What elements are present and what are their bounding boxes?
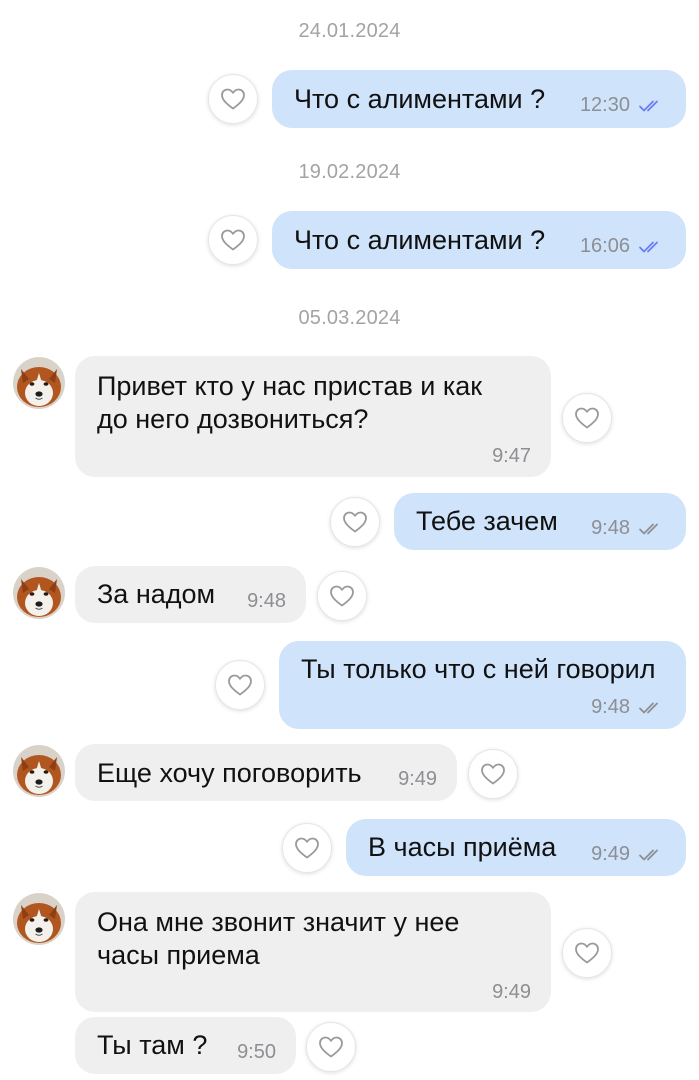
heart-outline-icon — [220, 87, 246, 111]
message-time: 9:47 — [492, 445, 531, 467]
incoming-message[interactable]: Привет кто у нас пристав и как до него д… — [75, 356, 551, 477]
message-time: 9:49 — [492, 981, 531, 1003]
heart-outline-icon — [318, 1035, 344, 1059]
double-check-icon — [638, 240, 666, 254]
message-meta: 9:50 — [237, 1036, 276, 1069]
message-time: 16:06 — [579, 235, 630, 257]
heart-outline-icon — [227, 673, 253, 697]
message-time: 9:49 — [398, 768, 437, 790]
message-meta: 9:48 — [591, 512, 666, 545]
incoming-message[interactable]: Еще хочу поговорить 9:49 — [75, 744, 457, 801]
chat-conversation: 24.01.2024 19.02.2024 05.03.2024 Что с а… — [0, 0, 699, 1080]
message-time: 9:49 — [591, 843, 630, 865]
double-check-icon — [638, 848, 666, 862]
message-text: Привет кто у нас пристав и как до него д… — [97, 371, 483, 434]
contact-avatar[interactable] — [13, 567, 65, 619]
contact-avatar[interactable] — [13, 893, 65, 945]
message-time: 9:48 — [591, 696, 630, 718]
outgoing-message[interactable]: Ты только что с ней говорил 9:48 — [279, 641, 686, 729]
like-button[interactable] — [562, 928, 612, 978]
like-button[interactable] — [330, 497, 380, 547]
like-button[interactable] — [208, 215, 258, 265]
message-meta: 12:30 — [580, 89, 666, 122]
double-check-icon — [638, 99, 666, 113]
date-separator: 05.03.2024 — [298, 307, 401, 329]
message-meta: 9:47 — [492, 440, 531, 473]
heart-outline-icon — [480, 762, 506, 786]
message-text: Ты там ? — [97, 1030, 208, 1060]
message-text: Тебе зачем — [416, 506, 558, 536]
message-meta: 9:49 — [398, 763, 437, 796]
like-button[interactable] — [215, 660, 265, 710]
like-button[interactable] — [468, 749, 518, 799]
message-time: 9:48 — [247, 590, 286, 612]
message-meta: 9:48 — [247, 585, 286, 618]
akita-dog-avatar — [13, 745, 65, 797]
message-text: Ты только что с ней говорил — [301, 654, 656, 684]
message-meta: 9:49 — [591, 838, 666, 871]
message-meta: 9:49 — [492, 976, 531, 1009]
outgoing-message[interactable]: В часы приёма 9:49 — [346, 819, 686, 876]
like-button[interactable] — [317, 571, 367, 621]
message-time: 12:30 — [579, 94, 630, 116]
heart-outline-icon — [329, 584, 355, 608]
heart-outline-icon — [220, 228, 246, 252]
double-check-icon — [638, 701, 666, 715]
contact-avatar[interactable] — [13, 745, 65, 797]
incoming-message[interactable]: Ты там ? 9:50 — [75, 1017, 296, 1074]
like-button[interactable] — [562, 393, 612, 443]
message-text: В часы приёма — [368, 832, 557, 862]
message-text: Еще хочу поговорить — [97, 758, 362, 788]
like-button[interactable] — [306, 1022, 356, 1072]
message-time: 9:50 — [237, 1041, 276, 1063]
akita-dog-avatar — [13, 357, 65, 409]
heart-outline-icon — [574, 941, 600, 965]
date-separator: 24.01.2024 — [298, 20, 401, 42]
heart-outline-icon — [294, 836, 320, 860]
date-separator: 19.02.2024 — [298, 161, 401, 183]
outgoing-message[interactable]: Что с алиментами ? 12:30 — [272, 70, 686, 128]
incoming-message[interactable]: Она мне звонит значит у нее часы приема … — [75, 892, 551, 1012]
outgoing-message[interactable]: Что с алиментами ? 16:06 — [272, 211, 686, 269]
contact-avatar[interactable] — [13, 357, 65, 409]
message-text: Что с алиментами ? — [294, 225, 546, 255]
heart-outline-icon — [342, 510, 368, 534]
akita-dog-avatar — [13, 893, 65, 945]
message-text: За надом — [97, 579, 216, 609]
message-text: Она мне звонит значит у нее часы приема — [97, 907, 460, 970]
outgoing-message[interactable]: Тебе зачем 9:48 — [394, 493, 686, 550]
message-meta: 16:06 — [580, 230, 666, 263]
like-button[interactable] — [208, 74, 258, 124]
message-time: 9:48 — [591, 517, 630, 539]
akita-dog-avatar — [13, 567, 65, 619]
double-check-icon — [638, 522, 666, 536]
heart-outline-icon — [574, 406, 600, 430]
like-button[interactable] — [282, 823, 332, 873]
incoming-message[interactable]: За надом 9:48 — [75, 566, 306, 623]
message-meta: 9:48 — [591, 691, 666, 724]
message-text: Что с алиментами ? — [294, 84, 546, 114]
